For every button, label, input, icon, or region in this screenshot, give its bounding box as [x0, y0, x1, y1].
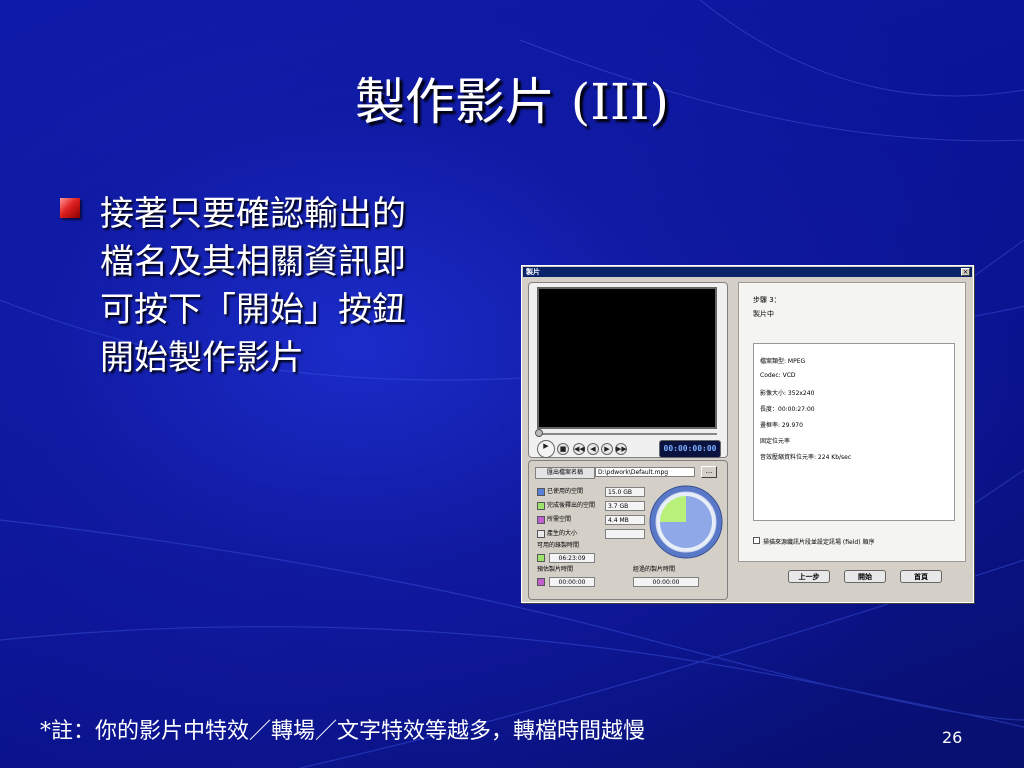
avail-time-label: 可用的錄製時間 [537, 542, 580, 549]
step-label: 步驟 3： [753, 296, 781, 304]
stat-label: 已使用的空間 [547, 488, 584, 495]
render-dialog: 製片 × ▶ ■ ◀◀ ◀ ▶ ▶▶ 00:00:00:00 匯出檔案名稱 D:… [521, 265, 974, 603]
info-line: 影像大小: 352x240 [760, 390, 815, 397]
stat-value: 3.7 GB [605, 501, 645, 511]
output-filename-label: 匯出檔案名稱 [535, 467, 595, 479]
bullet-line: 可按下「開始」按鈕 [100, 290, 406, 330]
info-line: 長度：00:00:27:00 [760, 406, 815, 413]
swatch-needed [537, 516, 545, 524]
footnote: *註：你的影片中特效／轉場／文字特效等越多，轉檔時間越慢 [40, 719, 646, 744]
home-button[interactable]: 首頁 [900, 570, 942, 583]
swatch-avail-time [537, 554, 545, 562]
info-line: 固定位元率 [760, 438, 791, 445]
elapsed-time-label: 經過的製片時間 [633, 566, 676, 573]
bullet-line: 開始製作影片 [100, 338, 304, 378]
bullet-text: 接著只要確認輸出的 檔名及其相關資訊即 可按下「開始」按鈕 開始製作影片 [100, 190, 470, 382]
rewind-icon[interactable]: ◀◀ [573, 443, 585, 455]
swatch-used [537, 488, 545, 496]
browse-button[interactable]: ... [701, 466, 717, 478]
page-number: 26 [942, 728, 963, 747]
stats-panel: 匯出檔案名稱 D:\pdwork\Default.mpg ... 已使用的空間 … [528, 460, 728, 600]
bullet-line: 檔名及其相關資訊即 [100, 242, 406, 282]
preview-screen [537, 287, 717, 429]
back-button[interactable]: 上一步 [788, 570, 830, 583]
bullet-line: 接著只要確認輸出的 [100, 194, 406, 234]
timeline-handle[interactable] [535, 429, 543, 437]
field-order-label: 掃描來源纖訊片段並設定訊場 (field) 順序 [763, 539, 875, 546]
stat-label: 所需空間 [547, 516, 572, 523]
info-line: 檔案類型: MPEG [760, 358, 806, 365]
info-line: 畫框率: 29.970 [760, 422, 803, 429]
end-icon[interactable]: ▶▶ [615, 443, 627, 455]
next-frame-icon[interactable]: ▶ [601, 443, 613, 455]
info-line: 音效壓縮資料位元率: 224 Kb/sec [760, 454, 852, 461]
play-icon[interactable]: ▶ [537, 440, 555, 458]
preview-panel: ▶ ■ ◀◀ ◀ ▶ ▶▶ 00:00:00:00 [528, 282, 728, 458]
start-button[interactable]: 開始 [844, 570, 886, 583]
swatch-est-time [537, 578, 545, 586]
est-time-value: 00:00:00 [549, 577, 595, 587]
timecode-display: 00:00:00:00 [659, 440, 721, 458]
output-filename-input[interactable]: D:\pdwork\Default.mpg [595, 467, 695, 477]
status-label: 製片中 [753, 310, 774, 318]
est-time-label: 預估製片時間 [537, 566, 574, 573]
dialog-title: 製片 [526, 268, 540, 276]
swatch-freed [537, 502, 545, 510]
stat-label: 完成後釋出的空間 [547, 502, 596, 509]
avail-time-value: 06:23:09 [549, 553, 595, 563]
timeline-track[interactable] [539, 433, 717, 435]
bullet-square-icon [60, 198, 80, 218]
slide-title: 製作影片 (III) [354, 73, 670, 131]
info-box: 檔案類型: MPEG Codec: VCD 影像大小: 352x240 長度：0… [753, 343, 955, 521]
wizard-panel: 步驟 3： 製片中 檔案類型: MPEG Codec: VCD 影像大小: 35… [738, 282, 966, 562]
field-order-checkbox[interactable] [753, 537, 760, 544]
dialog-titlebar: 製片 × [523, 267, 972, 277]
elapsed-time-value: 00:00:00 [633, 577, 699, 587]
stat-value: 15.0 GB [605, 487, 645, 497]
stop-icon[interactable]: ■ [557, 443, 569, 455]
swatch-generated [537, 530, 545, 538]
info-line: Codec: VCD [760, 372, 796, 379]
stat-label: 產生的大小 [547, 530, 578, 537]
stat-value: 4.4 MB [605, 515, 645, 525]
disk-space-gauge [649, 485, 723, 559]
stat-value [605, 529, 645, 539]
prev-frame-icon[interactable]: ◀ [587, 443, 599, 455]
close-icon[interactable]: × [961, 268, 970, 276]
